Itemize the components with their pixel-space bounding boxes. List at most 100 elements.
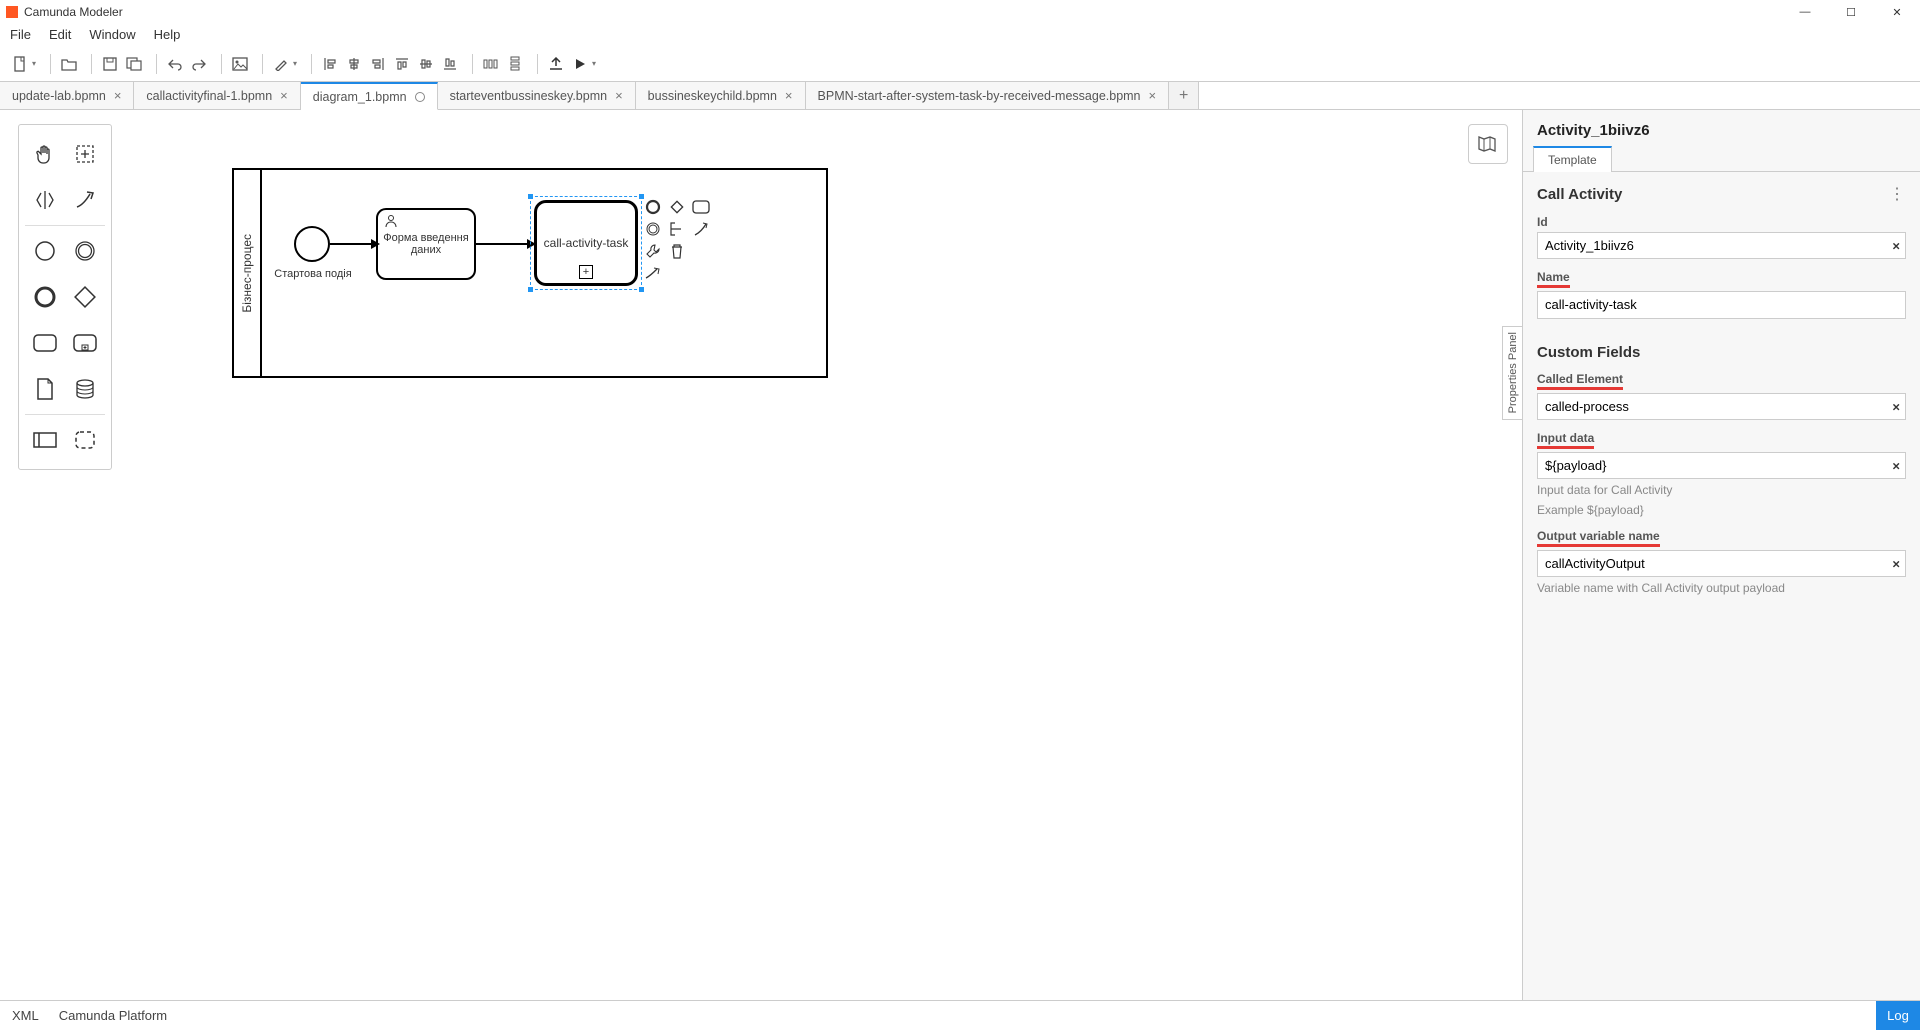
menu-help[interactable]: Help (154, 27, 181, 42)
ctx-end-event-icon[interactable] (644, 198, 662, 216)
color-caret-icon[interactable]: ▾ (293, 59, 297, 68)
clear-icon[interactable]: × (1892, 238, 1900, 253)
menu-edit[interactable]: Edit (49, 27, 71, 42)
sequence-flow[interactable] (330, 243, 376, 245)
output-variable-desc: Variable name with Call Activity output … (1537, 581, 1906, 597)
app-title: Camunda Modeler (24, 5, 123, 19)
intermediate-event-icon[interactable] (68, 234, 102, 268)
clear-icon[interactable]: × (1892, 399, 1900, 414)
tab-5[interactable]: BPMN-start-after-system-task-by-received… (806, 82, 1170, 109)
align-center-icon[interactable] (344, 54, 364, 74)
close-window-button[interactable]: ✕ (1874, 0, 1920, 24)
gateway-icon[interactable] (68, 280, 102, 314)
align-top-icon[interactable] (392, 54, 412, 74)
tab-2[interactable]: diagram_1.bpmn (301, 82, 438, 110)
new-file-icon[interactable] (10, 54, 30, 74)
image-icon[interactable] (230, 54, 250, 74)
deploy-icon[interactable] (546, 54, 566, 74)
bpmn-start-event[interactable] (294, 226, 330, 262)
titlebar: Camunda Modeler — ☐ ✕ (0, 0, 1920, 24)
participant-icon[interactable] (28, 423, 62, 457)
toolbar-separator (472, 54, 473, 74)
log-button[interactable]: Log (1876, 1001, 1920, 1030)
status-platform[interactable]: Camunda Platform (59, 1008, 167, 1023)
data-store-icon[interactable] (68, 372, 102, 406)
tab-template[interactable]: Template (1533, 146, 1612, 172)
task-icon[interactable] (28, 326, 62, 360)
tab-close-icon[interactable]: × (615, 88, 623, 103)
redo-icon[interactable] (189, 54, 209, 74)
status-xml[interactable]: XML (12, 1008, 39, 1023)
distribute-h-icon[interactable] (481, 54, 501, 74)
ctx-sequence-flow-icon[interactable] (644, 264, 662, 282)
diagram-canvas[interactable]: Бізнес-процес Стартова подія Форма введе… (0, 110, 1522, 1000)
open-file-icon[interactable] (59, 54, 79, 74)
subprocess-icon[interactable] (68, 326, 102, 360)
app-icon (6, 6, 18, 18)
tab-add-button[interactable]: + (1169, 82, 1199, 109)
ctx-task-icon[interactable] (692, 198, 710, 216)
tab-close-icon[interactable]: × (280, 88, 288, 103)
toolbar-separator (311, 54, 312, 74)
toolbar-separator (91, 54, 92, 74)
properties-panel-toggle[interactable]: Properties Panel (1502, 326, 1522, 420)
group-title: Call Activity (1537, 186, 1622, 203)
new-file-caret-icon[interactable]: ▾ (32, 59, 36, 68)
call-activity-label: call-activity-task (544, 236, 629, 250)
ctx-annotation-icon[interactable] (668, 220, 686, 238)
run-icon[interactable] (570, 54, 590, 74)
ctx-intermediate-event-icon[interactable] (644, 220, 662, 238)
clear-icon[interactable]: × (1892, 458, 1900, 473)
align-bottom-icon[interactable] (440, 54, 460, 74)
input-data-input[interactable] (1537, 452, 1906, 479)
called-element-input[interactable] (1537, 393, 1906, 420)
data-object-icon[interactable] (28, 372, 62, 406)
ctx-delete-icon[interactable] (668, 242, 686, 260)
align-middle-icon[interactable] (416, 54, 436, 74)
minimap-toggle[interactable] (1468, 124, 1508, 164)
space-tool-icon[interactable] (28, 183, 62, 217)
lasso-tool-icon[interactable] (68, 137, 102, 171)
clear-icon[interactable]: × (1892, 556, 1900, 571)
align-right-icon[interactable] (368, 54, 388, 74)
tab-label: bussineskeychild.bpmn (648, 89, 777, 103)
undo-icon[interactable] (165, 54, 185, 74)
end-event-icon[interactable] (28, 280, 62, 314)
sequence-flow[interactable] (476, 243, 534, 245)
maximize-button[interactable]: ☐ (1828, 0, 1874, 24)
name-input[interactable] (1537, 291, 1906, 319)
hand-tool-icon[interactable] (28, 137, 62, 171)
tab-1[interactable]: callactivityfinal-1.bpmn× (134, 82, 300, 109)
properties-header: Activity_1biivz6 (1523, 110, 1920, 145)
minimize-button[interactable]: — (1782, 0, 1828, 24)
tab-close-icon[interactable]: × (785, 88, 793, 103)
color-icon[interactable] (271, 54, 291, 74)
connect-tool-icon[interactable] (68, 183, 102, 217)
tab-3[interactable]: starteventbussineskey.bpmn× (438, 82, 636, 109)
id-input[interactable] (1537, 232, 1906, 259)
bpmn-user-task[interactable]: Форма введення даних (376, 208, 476, 280)
ctx-wrench-icon[interactable] (644, 242, 662, 260)
start-event-icon[interactable] (28, 234, 62, 268)
ctx-gateway-icon[interactable] (668, 198, 686, 216)
run-caret-icon[interactable]: ▾ (592, 59, 596, 68)
distribute-v-icon[interactable] (505, 54, 525, 74)
tab-0[interactable]: update-lab.bpmn× (0, 82, 134, 109)
tab-close-icon[interactable]: × (1149, 88, 1157, 103)
ctx-connect-icon[interactable] (692, 220, 710, 238)
align-left-icon[interactable] (320, 54, 340, 74)
menu-window[interactable]: Window (89, 27, 135, 42)
tab-4[interactable]: bussineskeychild.bpmn × (636, 82, 806, 109)
tab-close-icon[interactable]: × (114, 88, 122, 103)
id-label: Id (1537, 215, 1548, 229)
output-variable-input[interactable] (1537, 550, 1906, 577)
group-icon[interactable] (68, 423, 102, 457)
save-icon[interactable] (100, 54, 120, 74)
save-as-icon[interactable] (124, 54, 144, 74)
group-menu-icon[interactable]: ⋮ (1889, 184, 1906, 204)
bpmn-pool[interactable]: Бізнес-процес Стартова подія Форма введе… (232, 168, 828, 378)
menu-file[interactable]: File (10, 27, 31, 42)
name-label: Name (1537, 270, 1570, 288)
output-variable-label: Output variable name (1537, 529, 1660, 547)
bpmn-call-activity[interactable]: call-activity-task + (534, 200, 638, 286)
